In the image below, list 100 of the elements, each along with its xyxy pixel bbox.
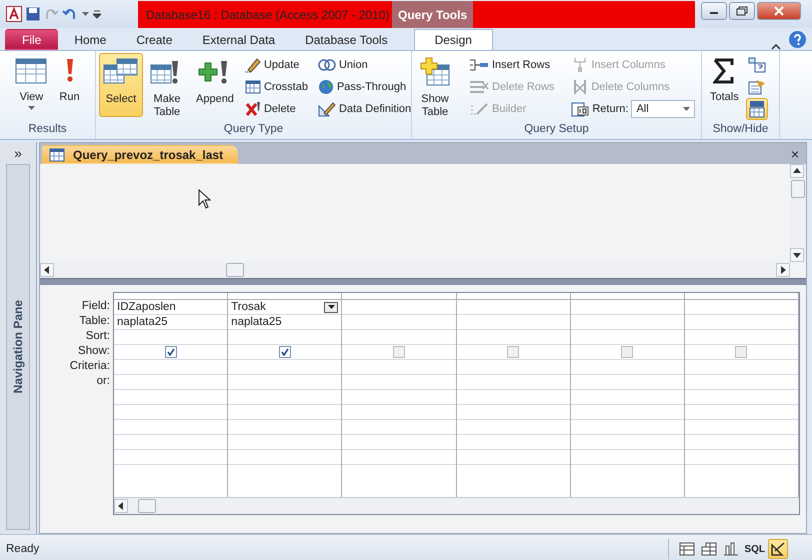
ribbon-button[interactable]: Append <box>191 53 239 117</box>
rings-icon <box>318 58 336 72</box>
toggle-button[interactable] <box>746 98 768 120</box>
table-icon <box>15 57 48 85</box>
ribbon-button[interactable]: Make Table <box>145 53 189 123</box>
app-logo-icon <box>6 6 22 22</box>
redo-icon <box>44 7 58 21</box>
navigation-pane-bar[interactable]: Navigation Pane <box>6 164 30 530</box>
table-names-icon <box>748 100 766 118</box>
check-icon <box>166 348 175 356</box>
bar-chart-icon <box>723 542 740 556</box>
ribbon-button[interactable]: Insert Rows <box>465 54 558 76</box>
group-label: Results <box>27 123 68 137</box>
checkbox[interactable] <box>621 346 634 358</box>
sigma-icon <box>713 57 736 85</box>
cross-icon <box>244 101 261 117</box>
list-icon <box>571 101 590 117</box>
window-title: Database16 : Database (Access 2007 - 2010) <box>145 6 390 24</box>
navigation-pane-label: Navigation Pane <box>11 300 25 394</box>
scroll-down-button[interactable] <box>790 248 804 262</box>
pencil-icon <box>244 57 261 73</box>
table-cell[interactable]: Trosak <box>231 300 266 314</box>
caret-icon <box>28 106 35 110</box>
return-label: Return: <box>592 103 628 115</box>
checkbox[interactable] <box>164 346 177 358</box>
set-square-icon <box>318 101 336 117</box>
ribbon-button[interactable]: Select <box>99 53 143 117</box>
ribbon-tab[interactable]: Home <box>60 29 120 50</box>
customize-icon <box>93 8 101 20</box>
scroll-thumb[interactable] <box>138 499 156 513</box>
datasheet-icon <box>679 542 696 556</box>
scroll-thumb[interactable] <box>791 180 805 198</box>
scroll-up-button[interactable] <box>790 164 804 178</box>
delete-rows-icon <box>469 80 489 94</box>
table-help-icon <box>748 57 766 73</box>
scroll-thumb[interactable] <box>226 263 244 277</box>
checkbox[interactable] <box>735 346 748 358</box>
delete-columns-icon <box>572 79 588 95</box>
ribbon-button[interactable]: Show Table <box>415 53 455 123</box>
property-sheet-icon <box>748 79 766 95</box>
query-icon <box>49 148 65 162</box>
caret-icon <box>328 305 335 309</box>
maximize-button[interactable] <box>729 2 755 20</box>
close-button[interactable] <box>757 2 801 20</box>
ribbon-button[interactable]: Data Definition <box>314 98 416 120</box>
document-tab[interactable]: Query_prevoz_trosak_last <box>42 145 238 164</box>
status-text: Ready <box>6 543 40 555</box>
ribbon-button[interactable]: Totals <box>705 53 744 117</box>
grid-icon <box>244 79 261 95</box>
row-label: Show: <box>78 344 110 359</box>
group-label: Show/Hide <box>712 123 770 137</box>
insert-columns-icon <box>572 57 588 73</box>
checkbox[interactable] <box>392 346 405 358</box>
view-button[interactable] <box>768 539 788 559</box>
ribbon-button[interactable]: Pass-Through <box>314 76 416 98</box>
dropdown-button[interactable] <box>324 302 338 312</box>
group-label: Query Type <box>222 123 284 137</box>
ribbon-button[interactable]: Union <box>314 54 416 76</box>
ribbon-button[interactable]: Delete <box>240 98 312 120</box>
checkbox[interactable] <box>507 346 520 358</box>
close-tab-button[interactable]: × <box>790 144 800 162</box>
ribbon-button[interactable]: Crosstab <box>240 76 312 98</box>
ribbon-button[interactable]: Update <box>240 54 312 76</box>
ribbon-tab[interactable]: Create <box>122 29 186 50</box>
checkbox[interactable] <box>278 346 291 358</box>
row-label: or: <box>96 374 110 389</box>
context-tab-label: Query Tools <box>392 1 474 28</box>
globe-icon <box>318 79 334 95</box>
table-cell[interactable]: naplata25 <box>231 315 282 329</box>
insert-rows-icon <box>469 58 489 72</box>
minimize-button[interactable] <box>701 2 727 20</box>
ribbon-button[interactable]: Run <box>54 53 85 117</box>
table-plus-icon <box>420 57 450 87</box>
caret-icon <box>683 107 690 111</box>
return-dropdown[interactable]: All <box>631 100 696 118</box>
row-label: Field: <box>82 299 110 314</box>
pivot-table-icon <box>701 542 718 556</box>
undo-icon <box>62 7 78 21</box>
close-icon <box>774 6 784 16</box>
field-cell[interactable]: IDZaposlen <box>114 300 228 315</box>
caret-icon <box>82 12 89 16</box>
ribbon-button[interactable]: View <box>10 53 52 118</box>
ribbon-tab[interactable]: Design <box>414 29 493 50</box>
table-cell[interactable]: naplata25 <box>117 315 168 329</box>
ribbon-tab[interactable]: External Data <box>188 29 290 50</box>
sql-view-button[interactable]: SQL <box>743 539 766 559</box>
help-icon[interactable] <box>789 31 806 48</box>
collapse-ribbon-icon <box>771 44 781 50</box>
row-label: Sort: <box>86 329 110 344</box>
expand-pane-button[interactable]: » <box>0 142 36 164</box>
ribbon-tab[interactable]: File <box>5 29 58 50</box>
scroll-right-button[interactable] <box>776 263 790 277</box>
group-label: Query Setup <box>523 123 590 137</box>
field-cell[interactable]: Trosak <box>228 300 342 315</box>
scroll-left-button[interactable] <box>40 263 54 277</box>
table-cell[interactable]: IDZaposlen <box>117 300 176 314</box>
ribbon-tab[interactable]: Database Tools <box>291 29 402 50</box>
scroll-left-button[interactable] <box>114 499 128 513</box>
restore-icon <box>736 6 748 16</box>
check-icon <box>280 348 289 356</box>
